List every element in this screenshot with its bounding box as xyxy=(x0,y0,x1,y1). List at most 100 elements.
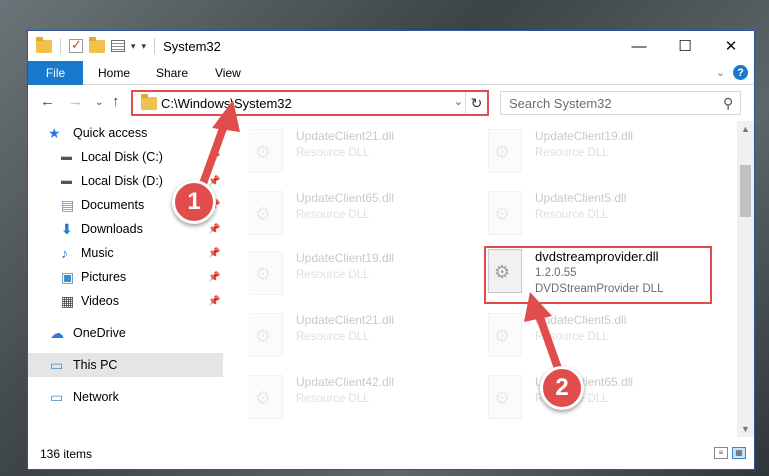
pin-icon[interactable]: 📌 xyxy=(208,152,220,163)
customize-qat-icon[interactable]: ▾ xyxy=(142,41,147,52)
gear-icon: ⚙ xyxy=(255,204,272,224)
gear-icon: ⚙ xyxy=(255,388,272,408)
file-name: dvdstreamprovider.dll xyxy=(535,249,659,264)
file-name: UpdateClient21.dll xyxy=(296,129,395,143)
file-item[interactable]: ⚙ UpdateClient65.dll Resource DLL xyxy=(249,187,479,245)
minimize-button[interactable]: — xyxy=(616,31,662,61)
file-description: DVDStreamProvider DLL xyxy=(535,283,664,295)
gear-icon: ⚙ xyxy=(494,204,511,224)
expand-ribbon-icon[interactable]: ⌄ xyxy=(716,66,725,79)
file-item[interactable]: ⚙ UpdateClient65.dll Resource DLL xyxy=(488,371,718,429)
file-item-dvdstreamprovider[interactable]: ⚙ dvdstreamprovider.dll 1.2.0.55 DVDStre… xyxy=(488,245,718,303)
scroll-down-icon[interactable]: ▼ xyxy=(741,424,750,434)
up-arrow-icon[interactable]: ↑ xyxy=(112,93,120,110)
quick-access-toolbar: ▾ ▾ System32 xyxy=(36,36,221,54)
gear-icon: ⚙ xyxy=(255,264,272,284)
nav-item-videos[interactable]: ▦ Videos 📌 xyxy=(28,289,223,313)
file-item[interactable]: ⚙ UpdateClient42.dll Resource DLL xyxy=(249,371,479,429)
qat-separator xyxy=(60,38,61,54)
tab-view[interactable]: View xyxy=(215,61,241,85)
folder-icon xyxy=(36,36,52,53)
details-view-icon[interactable]: ≡ xyxy=(714,447,728,459)
tab-share[interactable]: Share xyxy=(156,61,188,85)
navigation-bar: ← → ⌄ ↑ C:\Windows\System32 ⌄ ↻ Search S… xyxy=(28,87,754,119)
gear-icon: ⚙ xyxy=(255,142,272,162)
nav-item-this-pc[interactable]: ▭ This PC xyxy=(28,353,223,377)
tab-file[interactable]: File xyxy=(28,61,83,85)
nav-label: This PC xyxy=(73,358,118,372)
nav-item-onedrive[interactable]: ☁ OneDrive xyxy=(28,321,223,345)
file-name: UpdateClient42.dll xyxy=(296,375,395,389)
nav-label: Downloads xyxy=(81,222,143,236)
help-icon[interactable]: ? xyxy=(733,65,748,80)
gear-icon: ⚙ xyxy=(494,326,511,346)
title-bar: ▾ ▾ System32 — ☐ ✕ xyxy=(28,31,754,61)
file-item[interactable]: ⚙ UpdateClient21.dll Resource DLL xyxy=(249,309,479,367)
dll-file-icon: ⚙ xyxy=(249,313,283,357)
nav-label: Network xyxy=(73,390,119,404)
nav-label: Videos xyxy=(81,294,119,308)
music-icon: ♪ xyxy=(61,245,68,261)
file-item[interactable]: ⚙ UpdateClient19.dll Resource DLL xyxy=(488,125,718,183)
search-box[interactable]: Search System32 ⚲ xyxy=(500,91,741,115)
nav-item-pictures[interactable]: ▣ Pictures 📌 xyxy=(28,265,223,289)
nav-label: Local Disk (D:) xyxy=(81,174,163,188)
file-version: 1.2.0.55 xyxy=(535,267,577,279)
tab-home[interactable]: Home xyxy=(98,61,130,85)
window-title: System32 xyxy=(163,38,221,54)
drive-icon: ▬ xyxy=(61,151,72,163)
dll-file-icon: ⚙ xyxy=(249,129,283,173)
close-button[interactable]: ✕ xyxy=(708,31,754,61)
address-bar[interactable]: C:\Windows\System32 ⌄ ↻ xyxy=(132,91,488,115)
videos-icon: ▦ xyxy=(61,293,75,309)
maximize-button[interactable]: ☐ xyxy=(662,31,708,61)
file-name: UpdateClient19.dll xyxy=(296,251,395,265)
nav-item-music[interactable]: ♪ Music 📌 xyxy=(28,241,223,265)
vertical-scrollbar[interactable]: ▲ ▼ xyxy=(737,121,754,437)
back-arrow-icon[interactable]: ← xyxy=(40,93,55,110)
forward-arrow-icon[interactable]: → xyxy=(68,93,83,110)
file-item[interactable]: ⚙ UpdateClient21.dll Resource DLL xyxy=(249,125,479,183)
nav-item-network[interactable]: ▭ Network xyxy=(28,385,223,409)
address-path[interactable]: C:\Windows\System32 xyxy=(161,96,292,111)
nav-label: Documents xyxy=(81,198,145,212)
network-icon: ▭ xyxy=(50,389,64,405)
scroll-up-icon[interactable]: ▲ xyxy=(741,124,750,134)
recent-locations-icon[interactable]: ⌄ xyxy=(95,97,103,108)
pin-icon[interactable]: 📌 xyxy=(208,248,220,259)
documents-icon: ▤ xyxy=(61,197,75,213)
pin-icon[interactable]: 📌 xyxy=(208,272,220,283)
chevron-down-icon[interactable]: ▾ xyxy=(131,41,136,52)
nav-item-local-disk-c[interactable]: ▬ Local Disk (C:) 📌 xyxy=(28,145,223,169)
dll-file-icon: ⚙ xyxy=(488,249,522,293)
file-description: Resource DLL xyxy=(535,209,609,221)
step-badge-1: 1 xyxy=(172,180,216,224)
properties-check-icon[interactable] xyxy=(69,37,83,53)
nav-label: OneDrive xyxy=(73,326,126,340)
pin-icon[interactable]: 📌 xyxy=(208,296,220,307)
star-icon: ★ xyxy=(48,125,61,141)
refresh-icon[interactable]: ↻ xyxy=(465,92,487,114)
item-count: 136 items xyxy=(40,447,93,461)
navigation-pane: ★ Quick access ▬ Local Disk (C:) 📌 ▬ Loc… xyxy=(28,121,223,437)
search-input[interactable]: Search System32 xyxy=(509,96,612,111)
file-explorer-window: ▾ ▾ System32 — ☐ ✕ File Home Share View … xyxy=(27,30,755,470)
file-item[interactable]: ⚙ UpdateClient19.dll Resource DLL xyxy=(249,247,479,305)
nav-label: Music xyxy=(81,246,114,260)
file-name: UpdateClient21.dll xyxy=(296,313,395,327)
new-folder-icon[interactable] xyxy=(89,36,105,53)
dll-file-icon: ⚙ xyxy=(488,191,522,235)
file-item[interactable]: ⚙ UpdateClient5.dll Resource DLL xyxy=(488,187,718,245)
tiles-view-icon[interactable]: ▦ xyxy=(732,447,746,459)
nav-label: Pictures xyxy=(81,270,127,284)
ribbon-right-controls: ⌄ ? xyxy=(716,65,748,80)
address-dropdown-icon[interactable]: ⌄ xyxy=(454,95,463,108)
file-item[interactable]: ⚙ UpdateClient5.dll Resource DLL xyxy=(488,309,718,367)
pin-icon[interactable]: 📌 xyxy=(208,224,220,235)
pin-icon[interactable]: 📌 xyxy=(208,176,220,187)
scrollbar-thumb[interactable] xyxy=(740,165,751,217)
search-icon[interactable]: ⚲ xyxy=(723,95,733,112)
nav-item-quick-access[interactable]: ★ Quick access xyxy=(28,121,223,145)
properties-icon[interactable] xyxy=(111,40,125,52)
cloud-icon: ☁ xyxy=(50,325,64,341)
